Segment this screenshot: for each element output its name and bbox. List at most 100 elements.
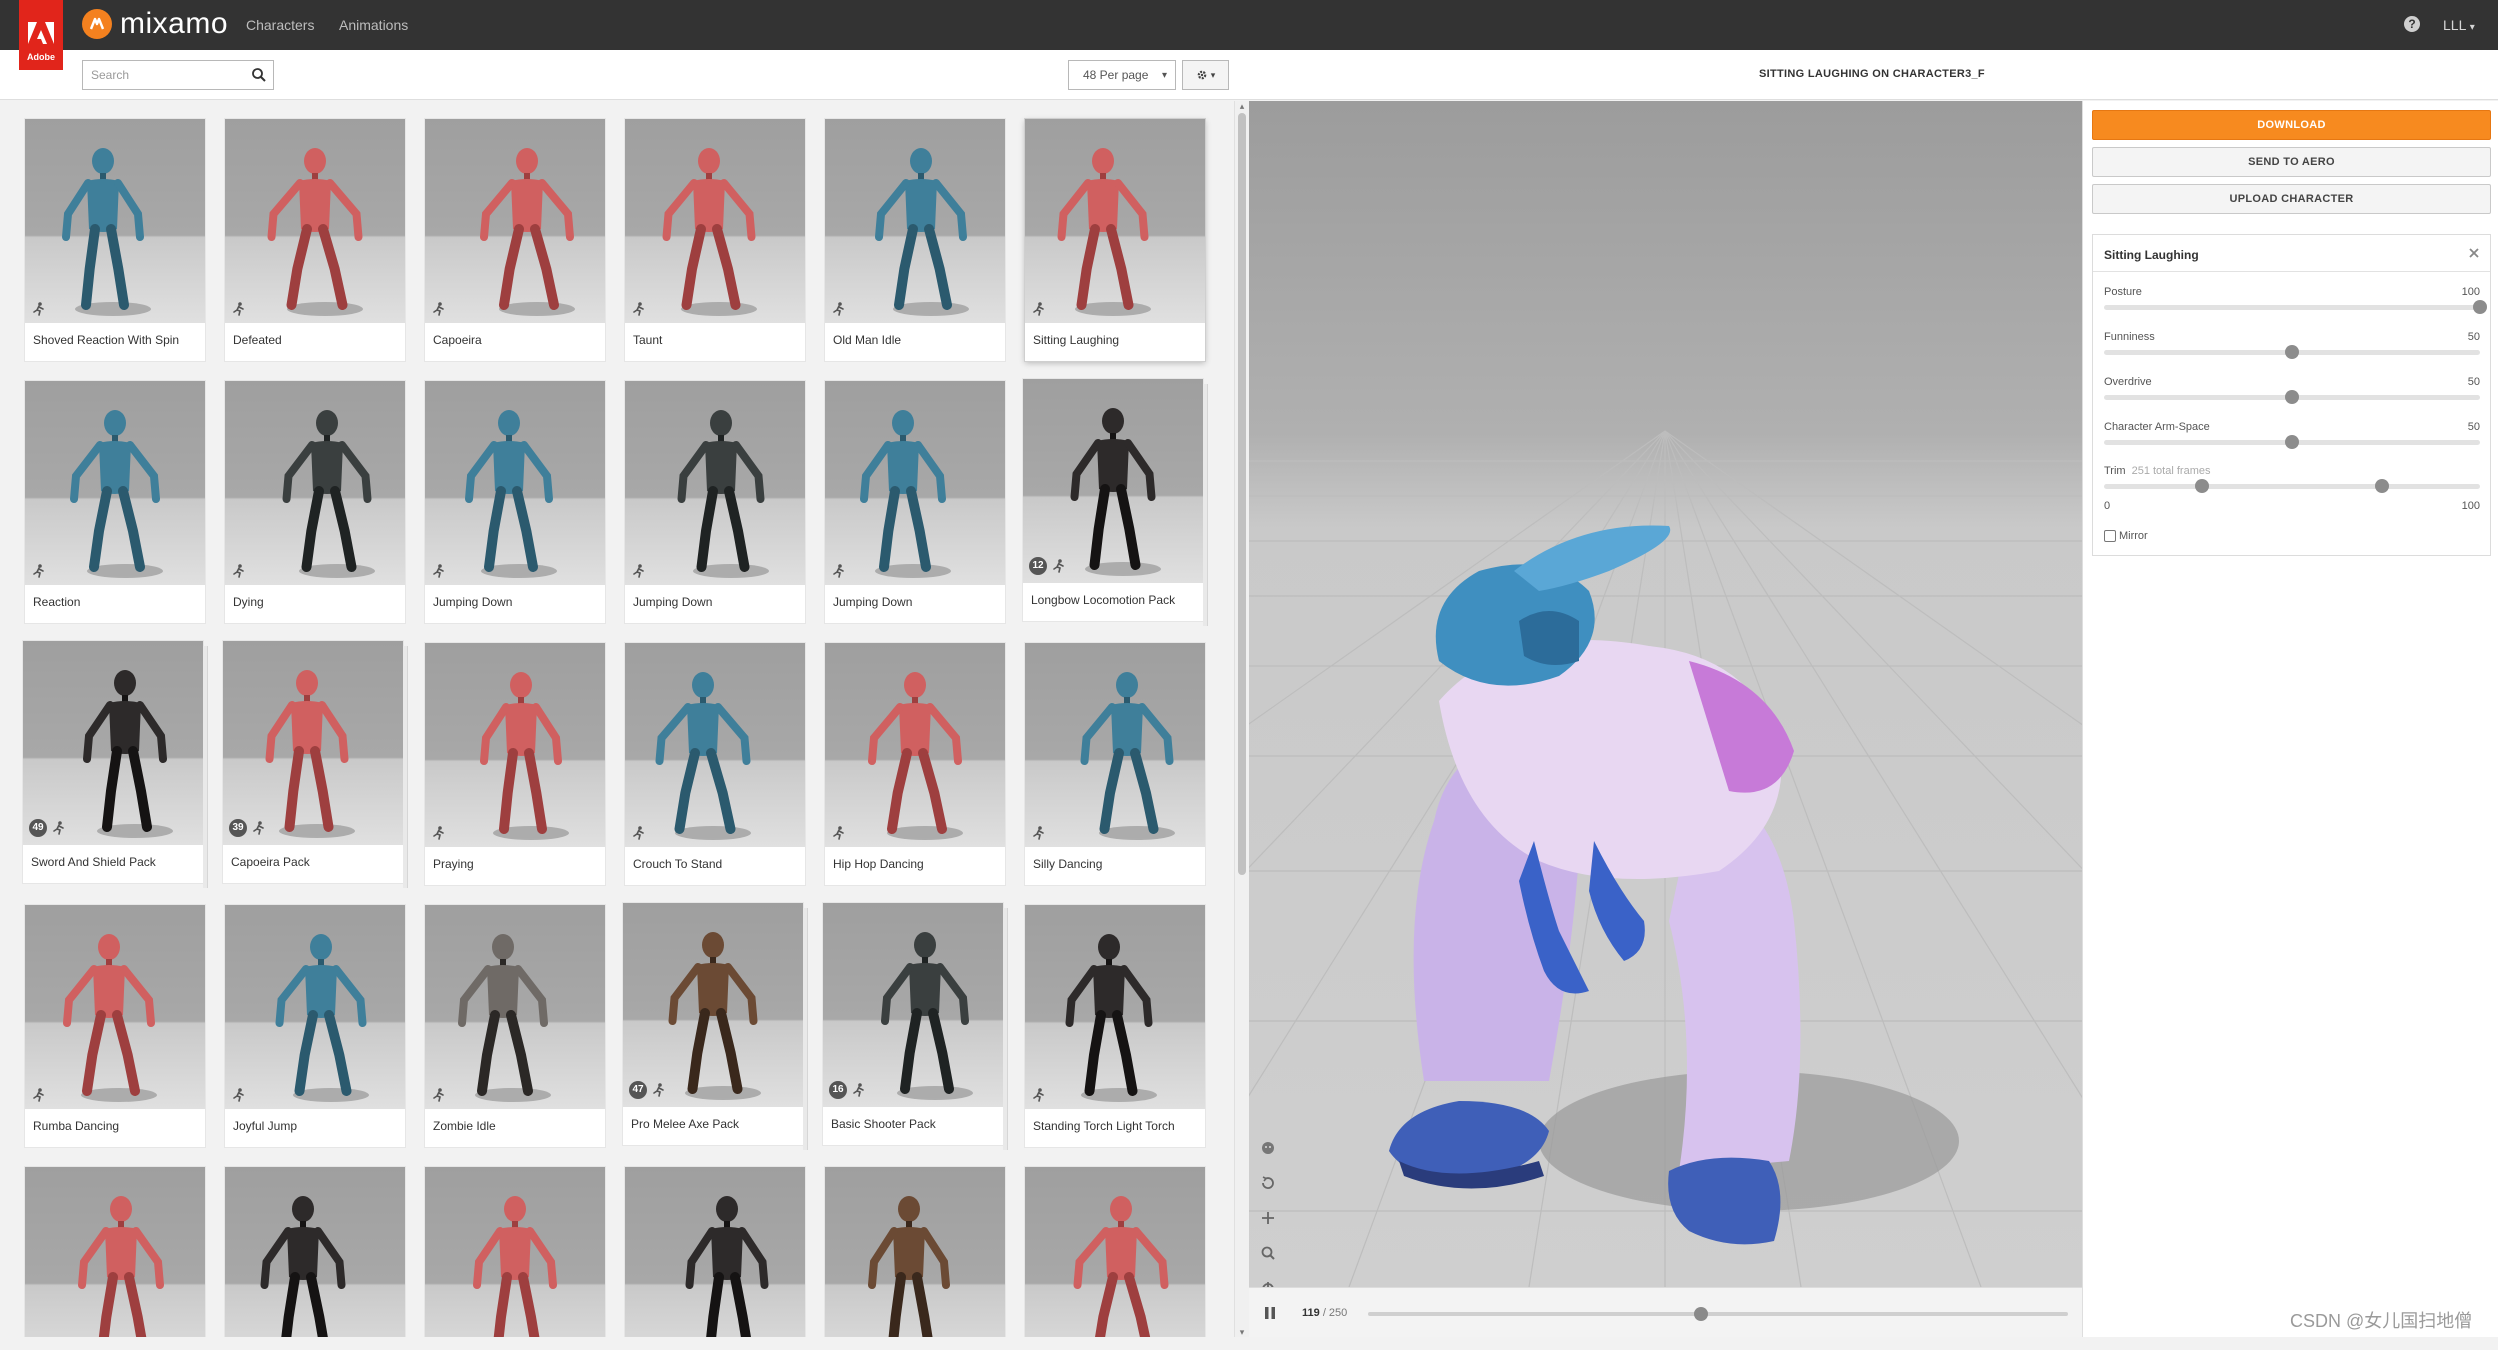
animation-card[interactable]: Reaction <box>25 381 205 623</box>
slider-track[interactable] <box>2104 390 2480 404</box>
card-thumbnail[interactable] <box>225 905 405 1109</box>
slider-handle[interactable] <box>2285 390 2299 404</box>
animation-card[interactable]: Praying <box>425 643 605 885</box>
animation-card[interactable]: Dying <box>225 381 405 623</box>
animation-pack-card[interactable]: 39 Capoeira Pack <box>223 641 408 888</box>
card-thumbnail[interactable] <box>25 1167 205 1337</box>
animation-card[interactable]: Zombie Idle <box>425 905 605 1147</box>
pan-icon[interactable] <box>1260 1210 1276 1226</box>
animation-card[interactable]: Standing Torch Light Torch <box>1025 905 1205 1147</box>
pause-icon[interactable] <box>1263 1306 1277 1320</box>
card-thumbnail[interactable] <box>25 381 205 585</box>
zoom-icon[interactable] <box>1260 1245 1276 1261</box>
3d-viewport[interactable] <box>1249 101 2082 1287</box>
animation-card[interactable]: Shoved Reaction With Spin <box>25 119 205 361</box>
animation-card[interactable]: Jumping Down <box>625 381 805 623</box>
help-icon[interactable]: ? <box>2404 16 2420 32</box>
card-thumbnail[interactable] <box>625 643 805 847</box>
card-thumbnail[interactable] <box>1025 1167 1205 1337</box>
upload-character-button[interactable]: UPLOAD CHARACTER <box>2092 184 2491 214</box>
search-icon[interactable] <box>251 67 267 83</box>
animation-card[interactable]: Defeated <box>225 119 405 361</box>
per-page-select[interactable]: 48 Per page ▾ <box>1068 60 1176 90</box>
card-thumbnail[interactable] <box>825 119 1005 323</box>
card-thumbnail[interactable] <box>625 119 805 323</box>
trim-end-handle[interactable] <box>2375 479 2390 493</box>
animation-type-icon <box>433 302 444 316</box>
card-thumbnail[interactable] <box>425 1167 605 1337</box>
animation-card[interactable]: Taunt <box>625 119 805 361</box>
card-thumbnail[interactable] <box>425 119 605 323</box>
animation-card[interactable]: Sitting Laughing <box>1025 119 1205 361</box>
timeline-scrubber[interactable] <box>1694 1307 1709 1321</box>
animation-card[interactable] <box>225 1167 405 1337</box>
card-thumbnail[interactable]: 47 <box>623 903 803 1107</box>
card-thumbnail[interactable] <box>625 1167 805 1337</box>
animation-card[interactable] <box>625 1167 805 1337</box>
timeline-track[interactable] <box>1368 1307 2068 1321</box>
animation-card[interactable]: Crouch To Stand <box>625 643 805 885</box>
card-thumbnail[interactable] <box>425 905 605 1109</box>
animation-pack-card[interactable]: 12 Longbow Locomotion Pack <box>1023 379 1208 626</box>
animation-card[interactable] <box>25 1167 205 1337</box>
animation-card[interactable]: Hip Hop Dancing <box>825 643 1005 885</box>
mirror-checkbox[interactable]: Mirror <box>2104 530 2148 542</box>
card-thumbnail[interactable] <box>1025 905 1205 1109</box>
card-thumbnail[interactable]: 39 <box>223 641 403 845</box>
search-input[interactable] <box>83 61 243 89</box>
scroll-up-icon[interactable]: ▴ <box>1237 101 1247 111</box>
animation-pack-card[interactable]: 49 Sword And Shield Pack <box>23 641 208 888</box>
card-thumbnail[interactable] <box>1025 643 1205 847</box>
scroll-down-icon[interactable]: ▾ <box>1237 1327 1247 1337</box>
card-thumbnail[interactable] <box>25 905 205 1109</box>
card-thumbnail[interactable] <box>425 643 605 847</box>
grid-scrollbar[interactable]: ▴ ▾ <box>1234 101 1249 1337</box>
animation-pack-card[interactable]: 47 Pro Melee Axe Pack <box>623 903 808 1150</box>
animation-card[interactable]: Joyful Jump <box>225 905 405 1147</box>
card-thumbnail[interactable]: 16 <box>823 903 1003 1107</box>
animation-pack-card[interactable]: 16 Basic Shooter Pack <box>823 903 1008 1150</box>
animation-card[interactable]: Silly Dancing <box>1025 643 1205 885</box>
animation-card[interactable] <box>425 1167 605 1337</box>
scrollbar-thumb[interactable] <box>1238 113 1246 875</box>
animation-card[interactable]: Jumping Down <box>425 381 605 623</box>
card-thumbnail[interactable] <box>425 381 605 585</box>
download-button[interactable]: DOWNLOAD <box>2092 110 2491 140</box>
settings-dropdown-button[interactable]: ▾ <box>1182 60 1229 90</box>
user-menu[interactable]: LLL ▾ <box>2443 17 2475 33</box>
card-thumbnail[interactable] <box>225 1167 405 1337</box>
animation-card[interactable]: Jumping Down <box>825 381 1005 623</box>
card-thumbnail[interactable] <box>825 381 1005 585</box>
slider-track[interactable] <box>2104 345 2480 359</box>
checkbox-icon[interactable] <box>2104 530 2116 542</box>
slider-track[interactable] <box>2104 300 2487 314</box>
trim-track[interactable] <box>2104 479 2480 493</box>
slider-handle[interactable] <box>2473 300 2487 314</box>
close-icon[interactable] <box>2468 247 2480 259</box>
card-thumbnail[interactable]: 49 <box>23 641 203 845</box>
animation-card[interactable] <box>1025 1167 1205 1337</box>
rotate-icon[interactable] <box>1260 1175 1276 1191</box>
card-thumbnail[interactable]: 12 <box>1023 379 1203 583</box>
card-thumbnail[interactable] <box>1025 119 1205 323</box>
animation-card[interactable]: Old Man Idle <box>825 119 1005 361</box>
nav-characters[interactable]: Characters <box>246 17 314 33</box>
animation-card[interactable] <box>825 1167 1005 1337</box>
nav-animations[interactable]: Animations <box>339 17 408 33</box>
card-thumbnail[interactable] <box>825 643 1005 847</box>
card-thumbnail[interactable] <box>225 119 405 323</box>
send-to-aero-button[interactable]: SEND TO AERO <box>2092 147 2491 177</box>
slider-track[interactable] <box>2104 435 2480 449</box>
animation-card[interactable]: Capoeira <box>425 119 605 361</box>
slider-handle[interactable] <box>2285 435 2299 449</box>
card-thumbnail[interactable] <box>625 381 805 585</box>
animation-card[interactable]: Rumba Dancing <box>25 905 205 1147</box>
trim-start-handle[interactable] <box>2194 479 2209 493</box>
adobe-logo[interactable]: Adobe <box>19 0 63 70</box>
face-icon[interactable] <box>1260 1140 1276 1156</box>
card-thumbnail[interactable] <box>825 1167 1005 1337</box>
card-thumbnail[interactable] <box>25 119 205 323</box>
slider-handle[interactable] <box>2285 345 2299 359</box>
card-thumbnail[interactable] <box>225 381 405 585</box>
mixamo-brand[interactable]: mixamo <box>82 9 228 39</box>
